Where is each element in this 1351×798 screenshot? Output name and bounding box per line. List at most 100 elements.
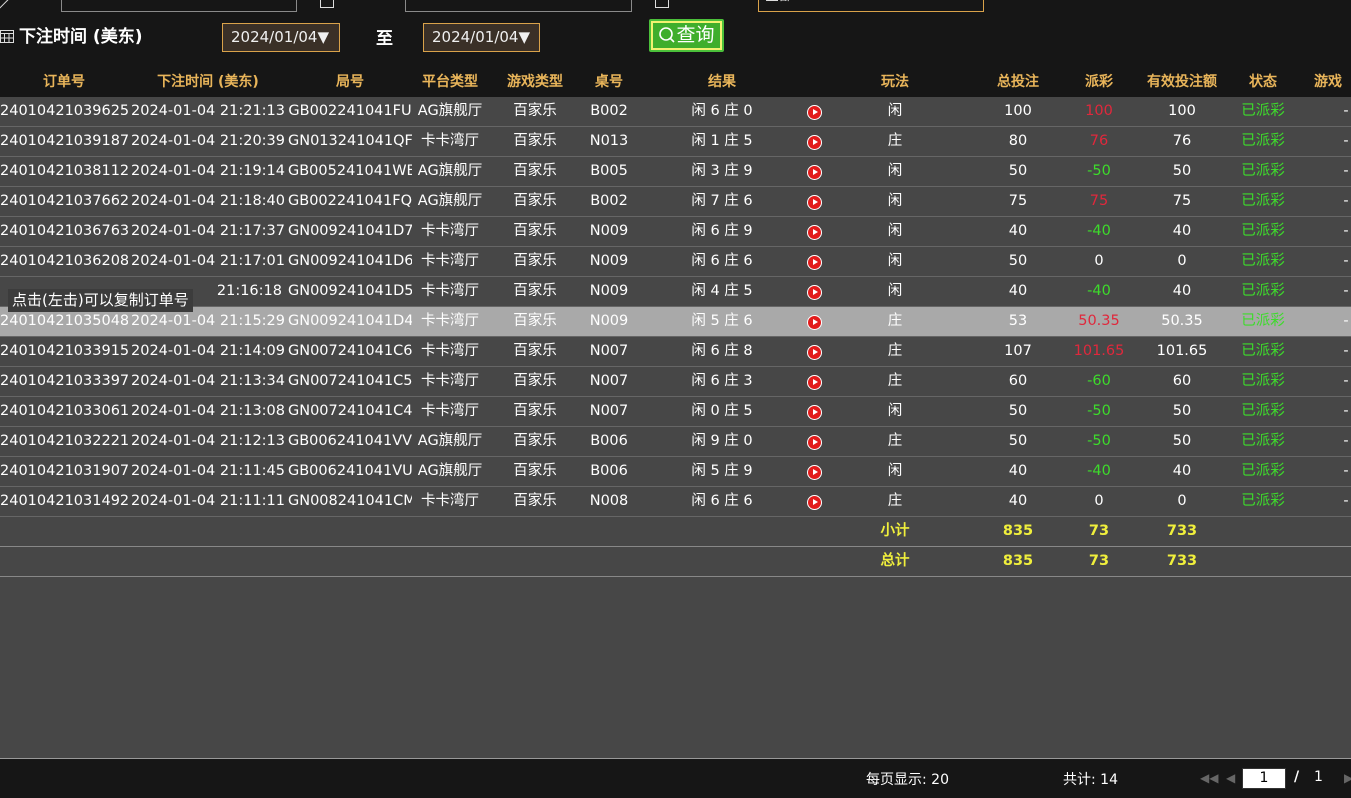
date-to-select[interactable]: 2024/01/04▼ (423, 23, 540, 52)
table-row[interactable]: 240104210391871 2024-01-04 21:20:39 GN0132… (0, 127, 1351, 157)
cell-status: 已派彩 (1241, 463, 1285, 479)
cell-order[interactable]: 240104210376626 (0, 187, 128, 216)
cell-valid: 40 (1172, 223, 1192, 239)
date-from-value: 2024/01/04▼ (231, 28, 329, 46)
play-video-icon[interactable] (807, 165, 822, 180)
play-video-icon[interactable] (807, 285, 822, 300)
copy-order-tooltip: 点击(左击)可以复制订单号 (8, 289, 193, 312)
table-row[interactable]: 240104210339153 2024-01-04 21:14:09 GN0072… (0, 337, 1351, 367)
cell-time: 2024-01-04 21:14:09 (131, 343, 285, 359)
col-header-total-bet[interactable]: 总投注 (982, 67, 1054, 97)
subtotal-total-bet: 835 (1002, 523, 1034, 539)
col-header-game[interactable]: 游戏类型 (498, 67, 572, 97)
cell-game: 百家乐 (513, 133, 557, 149)
cell-status: 已派彩 (1241, 373, 1285, 389)
order-number-input[interactable] (61, 0, 297, 12)
grandtotal-payout: 73 (1088, 553, 1110, 569)
query-button-label: 查询 (676, 24, 715, 46)
cell-result: 闲 6 庄 9 (691, 223, 753, 239)
table-row[interactable]: 240104210350486 2024-01-04 21:15:29 GN0092… (0, 307, 1351, 337)
table-row[interactable]: 240104210381123 2024-01-04 21:19:14 GB0052… (0, 157, 1351, 187)
table-row[interactable]: 240104210396256 2024-01-04 21:21:13 GB0022… (0, 97, 1351, 127)
cell-valid: 40 (1172, 283, 1192, 299)
cell-order[interactable]: 240104210391871 (0, 127, 128, 156)
col-header-bet-type[interactable]: 玩法 (860, 67, 930, 97)
play-video-icon[interactable] (807, 495, 822, 510)
cell-round: GB005241041WB (288, 163, 412, 179)
play-video-icon[interactable] (807, 465, 822, 480)
play-video-icon[interactable] (807, 405, 822, 420)
col-header-table[interactable]: 桌号 (576, 67, 642, 97)
table-row[interactable]: 240104210319071 2024-01-04 21:11:45 GB0062… (0, 457, 1351, 487)
play-video-icon[interactable] (807, 105, 822, 120)
cell-total: 50 (1008, 163, 1028, 179)
cell-payout: 50.35 (1078, 313, 1120, 329)
play-video-icon[interactable] (807, 135, 822, 150)
query-button[interactable]: 查询 (649, 19, 724, 52)
cell-platform: AG旗舰厅 (417, 103, 483, 119)
cell-total: 100 (1004, 103, 1032, 119)
page-number-input[interactable]: 1 (1242, 768, 1286, 789)
play-video-icon[interactable] (807, 435, 822, 450)
grandtotal-valid-bet: 733 (1166, 553, 1198, 569)
table-row[interactable]: 240104210362084 2024-01-04 21:17:01 GN0092… (0, 247, 1351, 277)
cell-bet-type: 闲 (887, 103, 903, 119)
cell-round: GN009241041D4 (288, 313, 412, 329)
cell-game: 百家乐 (513, 463, 557, 479)
cell-order[interactable]: 240104210319071 (0, 457, 128, 486)
cell-order[interactable]: 240104210322218 (0, 427, 128, 456)
cell-order[interactable]: 240104210362084 (0, 247, 128, 276)
col-header-payout[interactable]: 派彩 (1068, 67, 1130, 97)
col-header-valid-bet[interactable]: 有效投注额 (1140, 67, 1224, 97)
cell-status: 已派彩 (1241, 253, 1285, 269)
col-header-status[interactable]: 状态 (1234, 67, 1292, 97)
cell-result: 闲 6 庄 3 (691, 373, 753, 389)
next-page-icon[interactable]: ▶ (1344, 771, 1351, 785)
col-header-order[interactable]: 订单号 (0, 67, 128, 97)
play-video-icon[interactable] (807, 195, 822, 210)
col-header-round[interactable]: 局号 (288, 67, 412, 97)
table-row[interactable]: 240104210330616 2024-01-04 21:13:08 GN0072… (0, 397, 1351, 427)
cell-order[interactable]: 240104210333974 (0, 367, 128, 396)
cell-round: GB002241041FQ (288, 193, 412, 209)
table-row[interactable]: 21:16:18 GN009241041D5 卡卡湾厅 百家乐 N009 闲 4 庄 5闲… (0, 277, 1351, 307)
col-header-time[interactable]: 下注时间 (美东) (128, 67, 288, 97)
table-row[interactable]: 240104210367639 2024-01-04 21:17:37 GN0092… (0, 217, 1351, 247)
round-number-input[interactable] (405, 0, 632, 12)
doc-icon (320, 0, 334, 8)
cell-valid: 101.65 (1156, 343, 1208, 359)
cell-order[interactable]: 240104210381123 (0, 157, 128, 186)
table-row[interactable]: 240104210314926 2024-01-04 21:11:11 GN0082… (0, 487, 1351, 517)
cell-payout: -50 (1087, 433, 1111, 449)
play-video-icon[interactable] (807, 375, 822, 390)
date-from-select[interactable]: 2024/01/04▼ (222, 23, 340, 52)
table-row[interactable]: 240104210376626 2024-01-04 21:18:40 GB0022… (0, 187, 1351, 217)
cell-payout: -40 (1087, 223, 1111, 239)
cell-extra: - (1343, 403, 1349, 419)
play-video-icon[interactable] (807, 315, 822, 330)
search-icon (659, 27, 676, 43)
table-row[interactable]: 240104210322218 2024-01-04 21:12:13 GB0062… (0, 427, 1351, 457)
cell-order[interactable]: 240104210339153 (0, 337, 128, 366)
cell-result: 闲 5 庄 6 (691, 313, 753, 329)
cell-table: N009 (589, 223, 629, 239)
play-video-icon[interactable] (807, 255, 822, 270)
cell-platform: 卡卡湾厅 (421, 313, 479, 329)
play-video-icon[interactable] (807, 345, 822, 360)
cell-bet-type: 闲 (887, 463, 903, 479)
col-header-game-extra[interactable]: 游戏 (1314, 67, 1351, 97)
cell-time: 2024-01-04 21:13:08 (131, 403, 285, 419)
play-video-icon[interactable] (807, 225, 822, 240)
table-row[interactable]: 240104210333974 2024-01-04 21:13:34 GN0072… (0, 367, 1351, 397)
first-page-icon[interactable]: ◀◀ (1200, 771, 1218, 785)
cell-order[interactable]: 240104210396256 (0, 97, 128, 126)
cell-table: N007 (589, 343, 629, 359)
cell-order[interactable]: 240104210367639 (0, 217, 128, 246)
calendar-icon (0, 30, 14, 43)
cell-order[interactable]: 240104210314926 (0, 487, 128, 516)
cell-order[interactable]: 240104210330616 (0, 397, 128, 426)
col-header-platform[interactable]: 平台类型 (412, 67, 488, 97)
col-header-result[interactable]: 结果 (672, 67, 772, 97)
platform-select[interactable]: 全部 (758, 0, 984, 12)
prev-page-icon[interactable]: ◀ (1226, 771, 1235, 785)
